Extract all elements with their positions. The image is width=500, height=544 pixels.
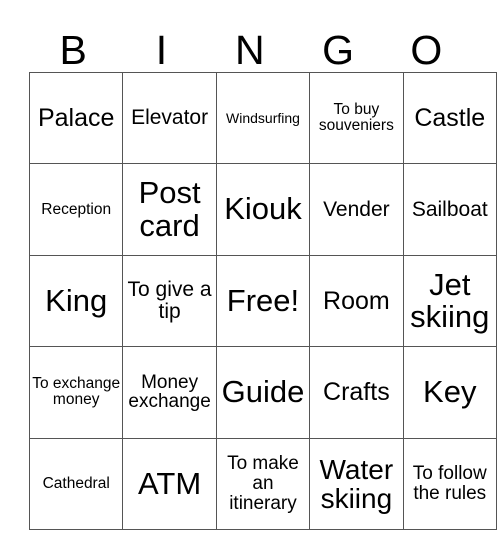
bingo-cell[interactable]: To follow the rules — [402, 437, 497, 530]
bingo-cell[interactable]: Windsurfing — [215, 71, 311, 165]
header-letter-i: I — [155, 27, 168, 73]
bingo-header: B I N G O — [29, 18, 471, 72]
bingo-card: B I N G O Palace Elevator Windsurfing To… — [0, 0, 500, 544]
header-letter-g: G — [322, 27, 354, 73]
bingo-cell[interactable]: To buy souveniers — [309, 71, 404, 165]
bingo-cell[interactable]: Kiouk — [215, 163, 311, 256]
bingo-cell[interactable]: ATM — [122, 437, 217, 530]
bingo-cell[interactable]: To give a tip — [122, 254, 217, 348]
bingo-row: Reception Post card Kiouk Vender Sailboa… — [28, 163, 497, 256]
bingo-cell[interactable]: Water skiing — [309, 437, 404, 530]
bingo-cell[interactable]: Post card — [122, 163, 217, 256]
header-letter-o: O — [410, 27, 443, 73]
bingo-grid-body: Palace Elevator Windsurfing To buy souve… — [28, 71, 497, 530]
bingo-cell[interactable]: Room — [309, 254, 404, 348]
bingo-cell[interactable]: King — [28, 254, 124, 348]
bingo-cell[interactable]: Palace — [28, 71, 124, 165]
bingo-row: Palace Elevator Windsurfing To buy souve… — [28, 71, 497, 165]
bingo-cell[interactable]: Guide — [215, 346, 311, 439]
bingo-cell[interactable]: To exchange money — [28, 346, 124, 439]
bingo-grid: Palace Elevator Windsurfing To buy souve… — [28, 71, 497, 530]
bingo-cell[interactable]: Reception — [28, 163, 124, 256]
bingo-row: Cathedral ATM To make an itinerary Water… — [28, 437, 497, 530]
bingo-cell[interactable]: Vender — [309, 163, 404, 256]
bingo-cell[interactable]: Crafts — [309, 346, 404, 439]
bingo-cell-free[interactable]: Free! — [215, 254, 311, 348]
bingo-cell[interactable]: Elevator — [122, 71, 217, 165]
bingo-cell[interactable]: Sailboat — [402, 163, 497, 256]
bingo-cell[interactable]: Castle — [402, 71, 497, 165]
bingo-cell[interactable]: To make an itinerary — [215, 437, 311, 530]
bingo-row: To exchange money Money exchange Guide C… — [28, 346, 497, 439]
header-letter-b: B — [59, 27, 87, 73]
bingo-cell[interactable]: Cathedral — [28, 437, 124, 530]
bingo-cell[interactable]: Key — [402, 346, 497, 439]
header-letter-n: N — [234, 27, 265, 73]
bingo-row: King To give a tip Free! Room Jet skiing — [28, 254, 497, 348]
bingo-cell[interactable]: Jet skiing — [402, 254, 497, 348]
bingo-cell[interactable]: Money exchange — [122, 346, 217, 439]
